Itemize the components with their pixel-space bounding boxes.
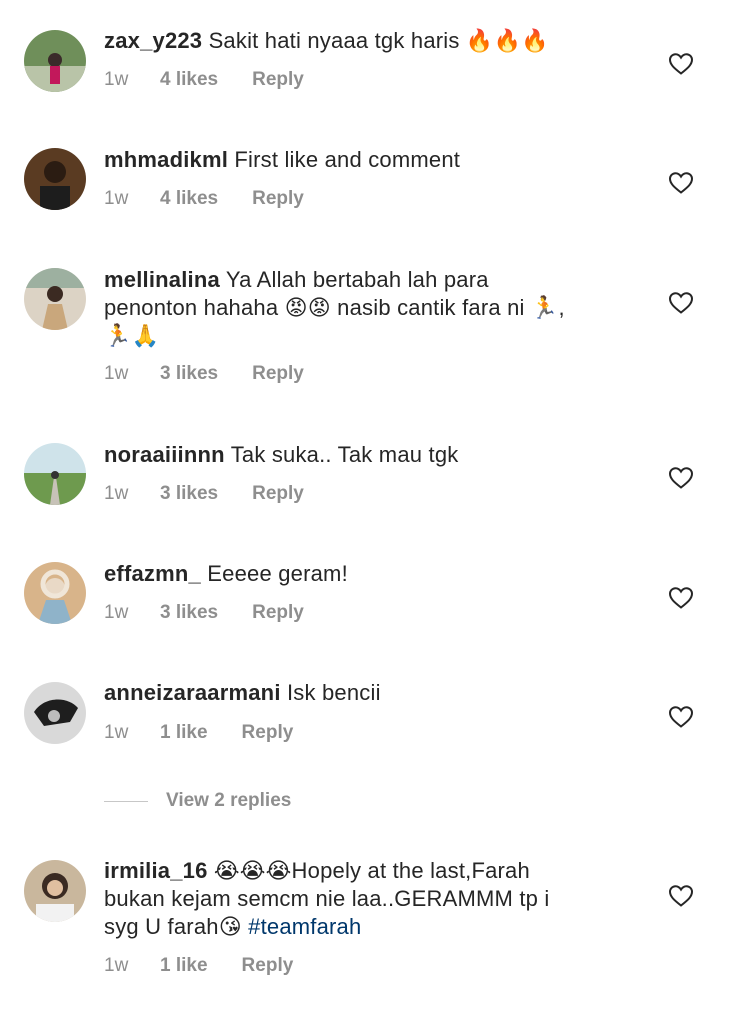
comment-timestamp: 1w bbox=[104, 363, 129, 384]
comment-body: Isk bencii bbox=[286, 680, 381, 705]
heart-outline-icon[interactable] bbox=[668, 291, 694, 315]
comment-meta: 1w 1 like Reply bbox=[104, 722, 293, 744]
view-replies-button[interactable]: View 2 replies bbox=[104, 788, 291, 814]
comment-text: zax_y223 Sakit hati nyaaa tgk haris 🔥🔥🔥 bbox=[104, 27, 634, 55]
avatar[interactable] bbox=[24, 268, 86, 330]
avatar[interactable] bbox=[24, 860, 86, 922]
heart-outline-icon[interactable] bbox=[668, 586, 694, 610]
avatar[interactable] bbox=[24, 443, 86, 505]
comment-username[interactable]: irmilia_16 bbox=[104, 858, 208, 883]
comment-username[interactable]: mhmadikml bbox=[104, 147, 228, 172]
comment-timestamp: 1w bbox=[104, 955, 129, 976]
comment-timestamp: 1w bbox=[104, 602, 129, 623]
reply-button[interactable]: Reply bbox=[252, 69, 304, 91]
heart-outline-icon[interactable] bbox=[668, 52, 694, 76]
comment-text: mellinalina Ya Allah bertabah lah para p… bbox=[104, 266, 634, 350]
likes-count[interactable]: 4 likes bbox=[160, 188, 218, 210]
comment-body: Tak suka.. Tak mau tgk bbox=[230, 442, 459, 467]
heart-outline-icon[interactable] bbox=[668, 884, 694, 908]
view-replies-label[interactable]: View 2 replies bbox=[166, 790, 291, 812]
comment-body: Ya Allah bertabah lah para bbox=[225, 267, 489, 292]
heart-outline-icon[interactable] bbox=[668, 705, 694, 729]
likes-count[interactable]: 3 likes bbox=[160, 483, 218, 505]
comment-text: noraaiiinnn Tak suka.. Tak mau tgk bbox=[104, 441, 634, 469]
comment-username[interactable]: anneizaraarmani bbox=[104, 680, 281, 705]
heart-outline-icon[interactable] bbox=[668, 171, 694, 195]
replies-divider bbox=[104, 800, 148, 802]
comment-username[interactable]: effazmn_ bbox=[104, 561, 201, 586]
avatar[interactable] bbox=[24, 30, 86, 92]
reply-button[interactable]: Reply bbox=[252, 483, 304, 505]
comment-username[interactable]: zax_y223 bbox=[104, 28, 202, 53]
comment-text: mhmadikml First like and comment bbox=[104, 146, 634, 174]
comment-timestamp: 1w bbox=[104, 69, 129, 90]
comment-username[interactable]: noraaiiinnn bbox=[104, 442, 225, 467]
reply-button[interactable]: Reply bbox=[252, 363, 304, 385]
comment-text: anneizaraarmani Isk bencii bbox=[104, 679, 634, 707]
likes-count[interactable]: 3 likes bbox=[160, 363, 218, 385]
avatar[interactable] bbox=[24, 148, 86, 210]
hashtag-link[interactable]: #teamfarah bbox=[248, 914, 361, 939]
comment-body: bukan kejam semcm nie laa..GERAMMM tp i bbox=[104, 886, 550, 911]
avatar[interactable] bbox=[24, 562, 86, 624]
comment-text: effazmn_ Eeeee geram! bbox=[104, 560, 634, 588]
comment-body: 😭😭😭Hopely at the last,Farah bbox=[213, 858, 530, 883]
avatar[interactable] bbox=[24, 682, 86, 744]
comment-timestamp: 1w bbox=[104, 483, 129, 504]
comment-body: Sakit hati nyaaa tgk haris 🔥🔥🔥 bbox=[208, 28, 549, 53]
comment-meta: 1w 3 likes Reply bbox=[104, 483, 304, 505]
comment-body: 🏃🙏 bbox=[104, 323, 160, 348]
reply-button[interactable]: Reply bbox=[242, 955, 294, 977]
likes-count[interactable]: 4 likes bbox=[160, 69, 218, 91]
comment-meta: 1w 4 likes Reply bbox=[104, 188, 304, 210]
comment-meta: 1w 4 likes Reply bbox=[104, 69, 304, 91]
reply-button[interactable]: Reply bbox=[252, 188, 304, 210]
comment-body: syg U farah😘 bbox=[104, 914, 249, 939]
comment-timestamp: 1w bbox=[104, 188, 129, 209]
comment-timestamp: 1w bbox=[104, 722, 129, 743]
comment-body: penonton hahaha 😡😡 nasib cantik fara ni … bbox=[104, 295, 565, 320]
reply-button[interactable]: Reply bbox=[242, 722, 294, 744]
comment-meta: 1w 3 likes Reply bbox=[104, 602, 304, 624]
likes-count[interactable]: 1 like bbox=[160, 955, 208, 977]
comment-meta: 1w 3 likes Reply bbox=[104, 363, 304, 385]
likes-count[interactable]: 1 like bbox=[160, 722, 208, 744]
comment-body: First like and comment bbox=[234, 147, 461, 172]
reply-button[interactable]: Reply bbox=[252, 602, 304, 624]
heart-outline-icon[interactable] bbox=[668, 466, 694, 490]
likes-count[interactable]: 3 likes bbox=[160, 602, 218, 624]
comment-text: irmilia_16 😭😭😭Hopely at the last,Farah b… bbox=[104, 857, 634, 941]
comment-username[interactable]: mellinalina bbox=[104, 267, 220, 292]
comment-body: Eeeee geram! bbox=[207, 561, 348, 586]
comment-meta: 1w 1 like Reply bbox=[104, 955, 293, 977]
